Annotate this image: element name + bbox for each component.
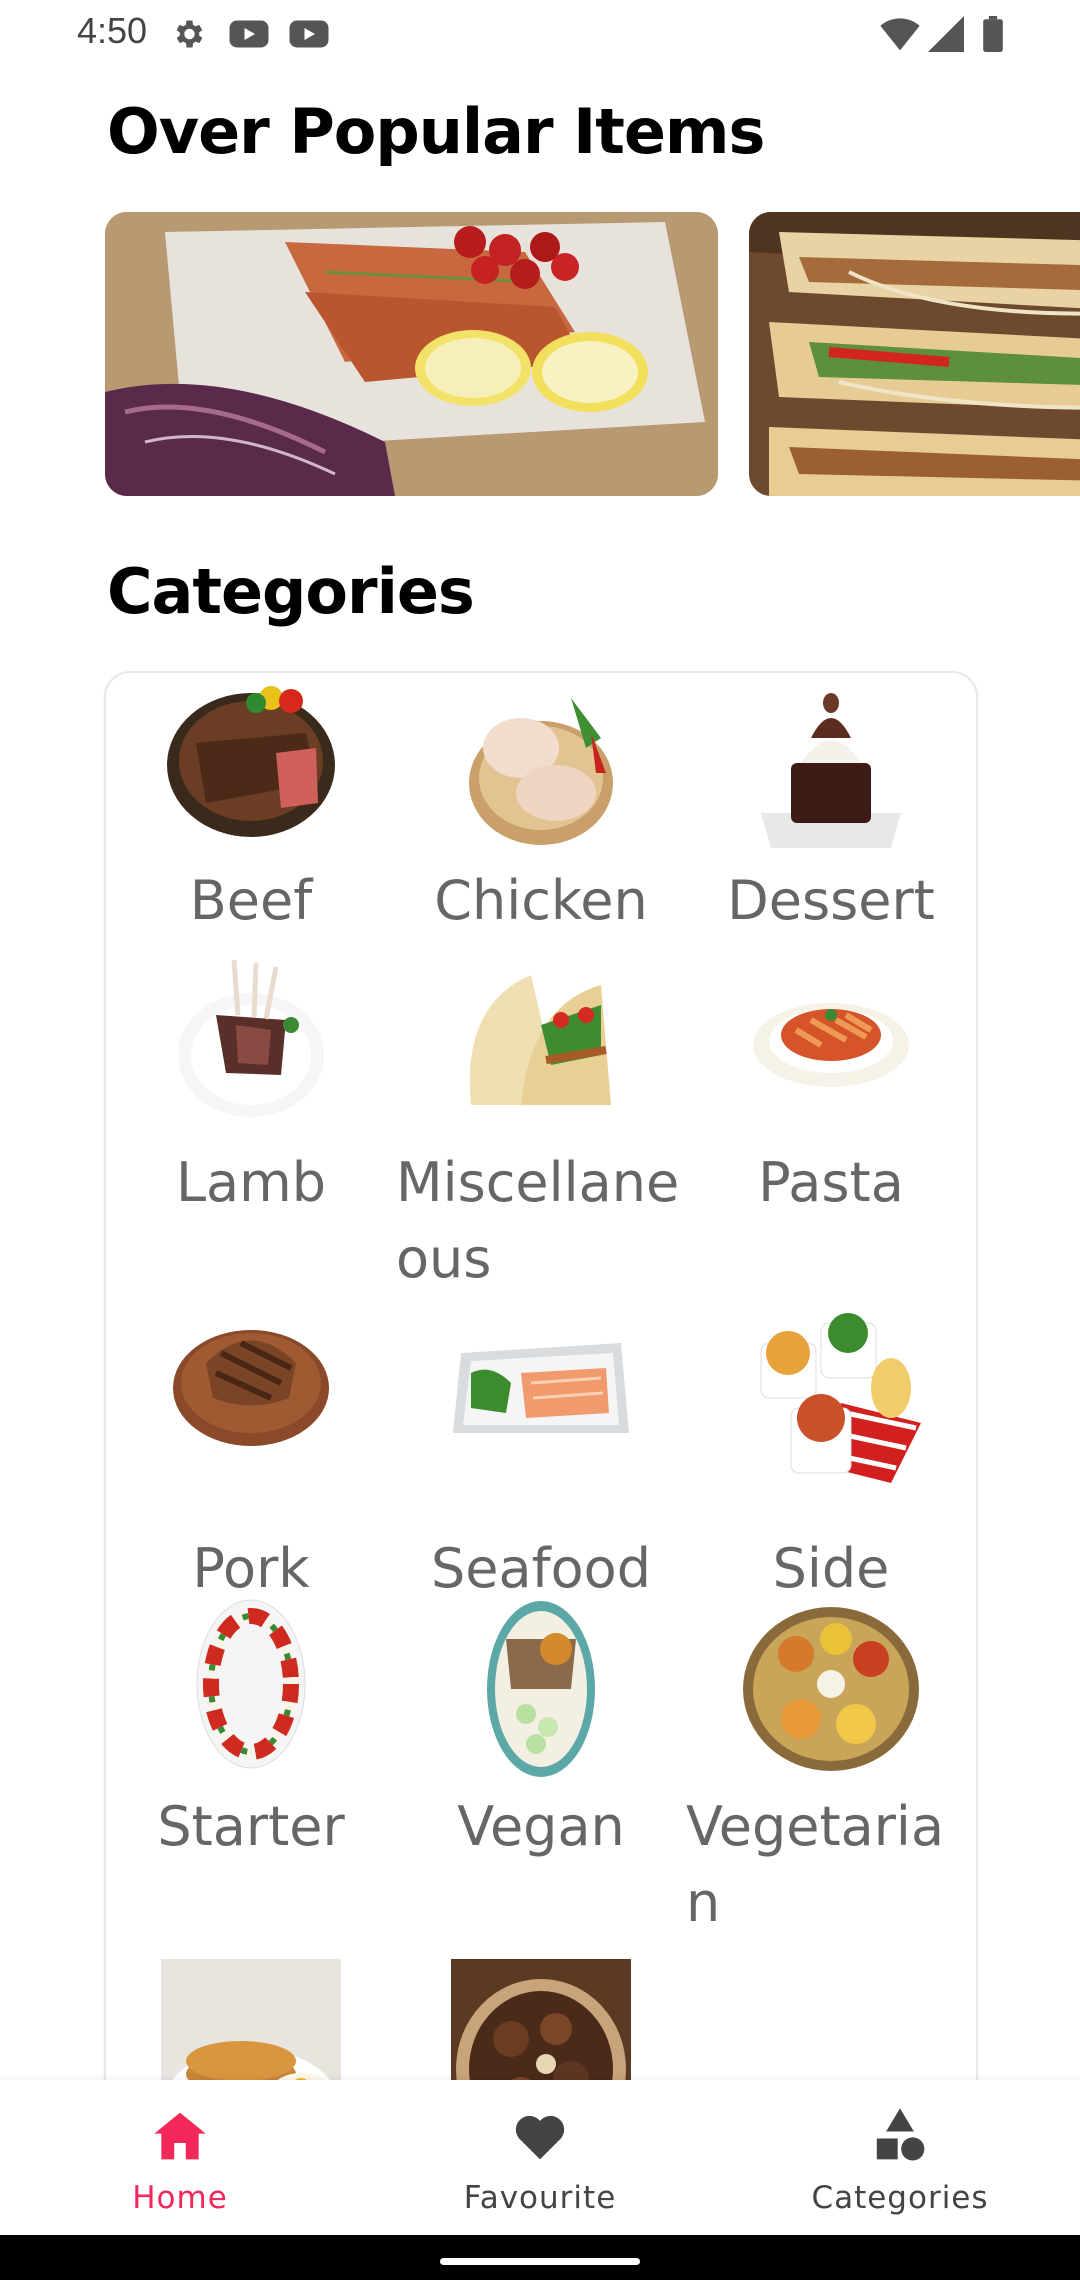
nav-label-categories: Categories <box>811 2180 989 2216</box>
battery-icon <box>982 16 1004 56</box>
category-miscellaneous-image <box>469 975 611 1105</box>
category-label: Miscellaneous <box>396 1151 680 1290</box>
category-pasta-image <box>753 1003 909 1087</box>
category-item-pasta[interactable]: Pasta <box>686 955 976 1255</box>
category-dessert-image <box>761 693 901 848</box>
wifi-icon <box>880 16 920 56</box>
category-seafood-image <box>453 1343 629 1433</box>
home-icon <box>154 2112 206 2160</box>
category-item-starter[interactable]: Starter <box>106 1599 396 1899</box>
category-label: Pork <box>192 1537 310 1600</box>
category-lamb-image <box>178 959 324 1117</box>
nav-item-categories[interactable]: Categories <box>720 2080 1080 2235</box>
nav-label-home: Home <box>132 2180 228 2216</box>
category-item-dessert[interactable]: Dessert <box>686 673 976 943</box>
category-item-miscellaneous[interactable]: Miscellaneous <box>396 955 686 1295</box>
gear-icon <box>170 16 206 56</box>
category-item-beef[interactable]: Beef <box>106 673 396 943</box>
popular-carousel[interactable] <box>105 212 1080 496</box>
shapes-icon <box>876 2108 925 2161</box>
category-label: Starter <box>157 1795 345 1858</box>
popular-item-image <box>749 212 1080 496</box>
category-item-side[interactable]: Side <box>686 1313 976 1600</box>
category-item-vegan[interactable]: Vegan <box>396 1599 686 1899</box>
category-label: Vegetarian <box>686 1795 945 1934</box>
category-label: Beef <box>189 869 313 932</box>
youtube-icon <box>288 16 330 56</box>
popular-item-card[interactable] <box>749 212 1080 496</box>
category-label: Vegan <box>457 1795 625 1858</box>
categories-title: Categories <box>107 555 475 628</box>
status-bar: 4:50 <box>0 0 1080 70</box>
category-label: Pasta <box>758 1151 904 1214</box>
category-starter-image <box>196 1599 306 1769</box>
nav-item-favourite[interactable]: Favourite <box>360 2080 720 2235</box>
category-label: Seafood <box>431 1537 651 1600</box>
popular-item-card[interactable] <box>105 212 718 496</box>
bottom-navigation: Home Favourite Categories <box>0 2080 1080 2235</box>
popular-item-image <box>105 212 718 496</box>
heart-icon <box>515 2115 565 2160</box>
category-label: Chicken <box>434 869 648 932</box>
category-vegetarian-image <box>743 1607 919 1771</box>
home-gesture-handle[interactable] <box>440 2258 640 2265</box>
category-item-pork[interactable]: Pork <box>106 1313 396 1600</box>
category-item-seafood[interactable]: Seafood <box>396 1313 686 1600</box>
status-time: 4:50 <box>77 10 148 51</box>
category-pork-image <box>173 1330 329 1446</box>
category-label: Lamb <box>175 1151 327 1214</box>
youtube-icon <box>228 16 270 56</box>
nav-item-home[interactable]: Home <box>0 2080 360 2235</box>
nav-label-favourite: Favourite <box>463 2180 617 2216</box>
popular-title: Over Popular Items <box>107 95 765 168</box>
category-beef-image <box>167 686 335 837</box>
signal-icon <box>928 16 964 56</box>
category-chicken-image <box>469 698 613 845</box>
category-label: Side <box>772 1537 890 1600</box>
category-item-lamb[interactable]: Lamb <box>106 955 396 1255</box>
category-item-vegetarian[interactable]: Vegetarian <box>686 1599 976 1939</box>
categories-grid: Beef Chicken Dessert Lamb Miscellaneous … <box>104 671 978 2175</box>
category-label: Dessert <box>727 869 935 932</box>
category-side-image <box>760 1313 921 1483</box>
category-vegan-image <box>487 1601 595 1777</box>
category-item-chicken[interactable]: Chicken <box>396 673 686 943</box>
